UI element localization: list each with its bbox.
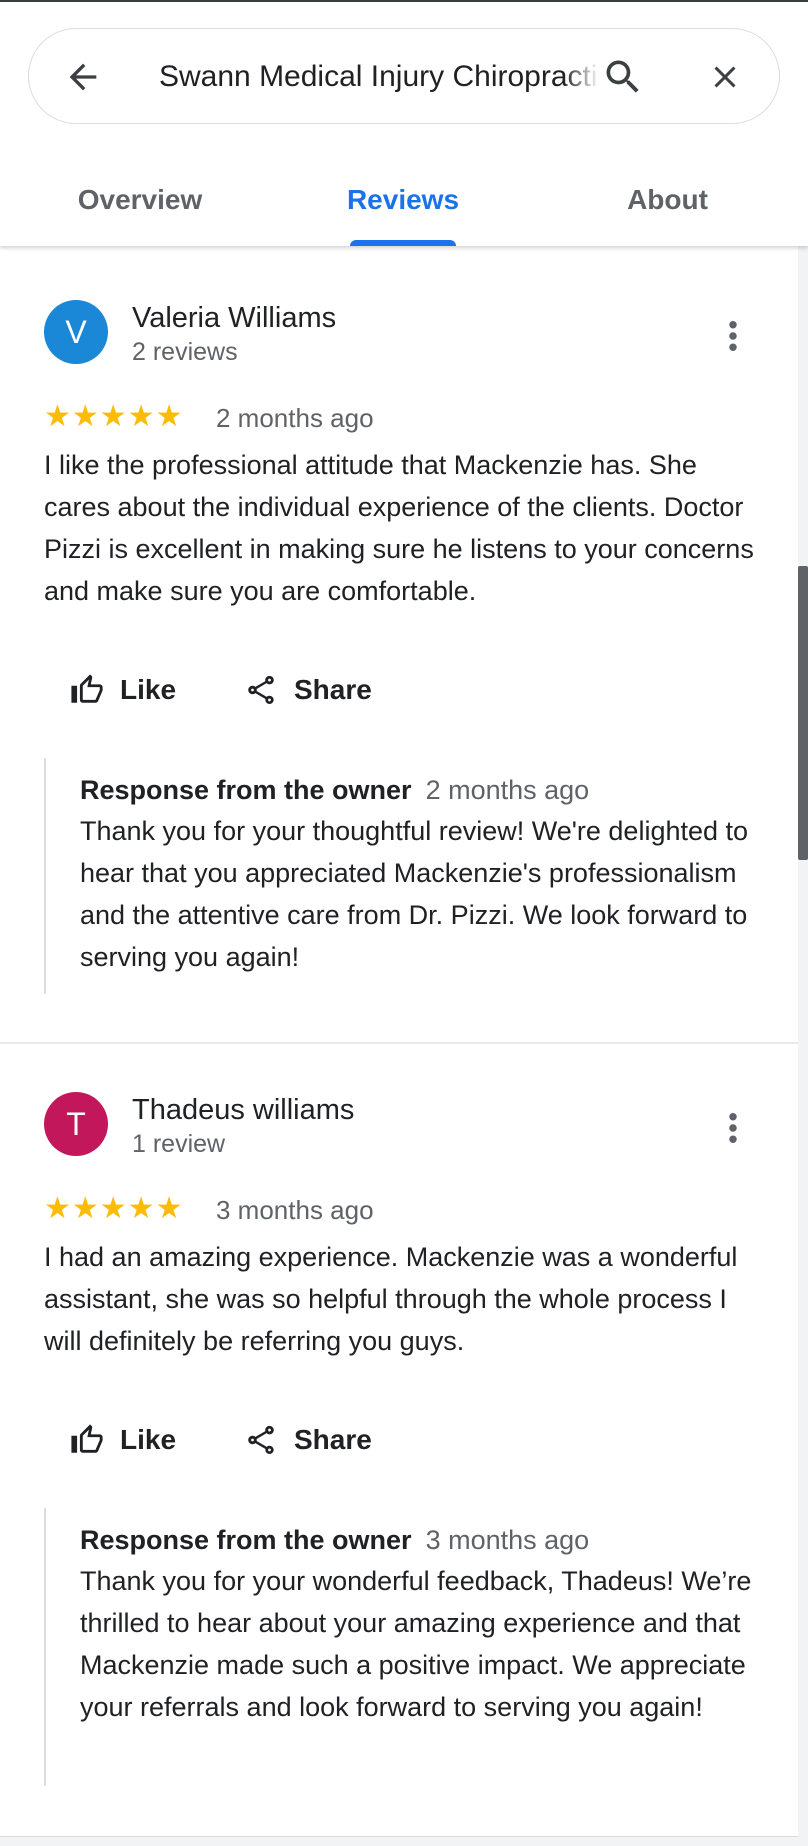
thumbs-up-icon bbox=[71, 1424, 103, 1453]
share-icon bbox=[248, 1425, 274, 1455]
review-date: 2 months ago bbox=[216, 403, 374, 433]
active-tab-indicator bbox=[350, 240, 456, 246]
avatar[interactable]: V bbox=[44, 300, 108, 364]
like-label: Like bbox=[120, 674, 177, 705]
review-divider bbox=[0, 1042, 798, 1044]
bottom-divider bbox=[0, 1836, 798, 1846]
share-button[interactable]: Share bbox=[244, 665, 372, 715]
owner-response-header: Response from the owner 2 months ago bbox=[80, 758, 774, 810]
owner-response-date: 2 months ago bbox=[425, 775, 590, 805]
owner-response: Response from the owner 2 months ago Than… bbox=[44, 758, 774, 994]
share-button[interactable]: Share bbox=[244, 1415, 372, 1465]
search-input[interactable]: Swann Medical Injury Chiropractic bbox=[159, 29, 599, 125]
owner-response-title: Response from the owner bbox=[80, 775, 412, 805]
tab-label: Reviews bbox=[346, 184, 460, 215]
review-text: I had an amazing experience. Mackenzie w… bbox=[44, 1242, 738, 1356]
search-bar[interactable]: Swann Medical Injury Chiropractic bbox=[28, 28, 780, 124]
reviewer-name[interactable]: Thadeus williams bbox=[132, 1094, 354, 1127]
tab-overview[interactable]: Overview bbox=[60, 152, 220, 244]
scrollbar-track[interactable] bbox=[798, 246, 808, 1846]
owner-response-text: Thank you for your wonderful feedback, T… bbox=[80, 1566, 752, 1722]
avatar[interactable]: T bbox=[44, 1092, 108, 1156]
owner-response-date: 3 months ago bbox=[425, 1525, 590, 1555]
owner-response-title: Response from the owner bbox=[80, 1525, 412, 1555]
tab-about[interactable]: About bbox=[610, 152, 725, 244]
search-icon[interactable] bbox=[601, 55, 645, 99]
owner-response-header: Response from the owner 3 months ago bbox=[80, 1508, 774, 1560]
like-button[interactable]: Like bbox=[70, 1415, 176, 1465]
tab-bar: Overview Reviews About bbox=[0, 152, 808, 246]
share-label: Share bbox=[294, 1424, 372, 1455]
tab-reviews[interactable]: Reviews bbox=[338, 152, 468, 246]
review-text: I like the professional attitude that Ma… bbox=[44, 450, 754, 606]
owner-response-text: Thank you for your thoughtful review! We… bbox=[80, 816, 749, 972]
close-icon[interactable] bbox=[707, 59, 743, 95]
review-date: 3 months ago bbox=[216, 1195, 374, 1225]
reviewer-name[interactable]: Valeria Williams bbox=[132, 302, 336, 335]
share-icon bbox=[248, 675, 274, 705]
owner-response: Response from the owner 3 months ago Than… bbox=[44, 1508, 774, 1786]
more-options-icon[interactable] bbox=[718, 316, 748, 356]
app-header: Swann Medical Injury Chiropractic Overvi… bbox=[0, 2, 808, 246]
star-rating: ★★★★★ bbox=[44, 400, 184, 433]
share-label: Share bbox=[294, 674, 372, 705]
more-options-icon[interactable] bbox=[718, 1108, 748, 1148]
tab-label: Overview bbox=[77, 184, 203, 215]
back-arrow-icon[interactable] bbox=[63, 57, 103, 97]
reviewer-review-count: 2 reviews bbox=[132, 338, 238, 366]
tab-label: About bbox=[627, 184, 708, 215]
like-button[interactable]: Like bbox=[70, 665, 176, 715]
star-rating: ★★★★★ bbox=[44, 1192, 184, 1225]
reviewer-review-count: 1 review bbox=[132, 1130, 226, 1158]
like-label: Like bbox=[120, 1424, 177, 1455]
thumbs-up-icon bbox=[71, 674, 103, 703]
scrollbar-thumb[interactable] bbox=[798, 566, 808, 860]
